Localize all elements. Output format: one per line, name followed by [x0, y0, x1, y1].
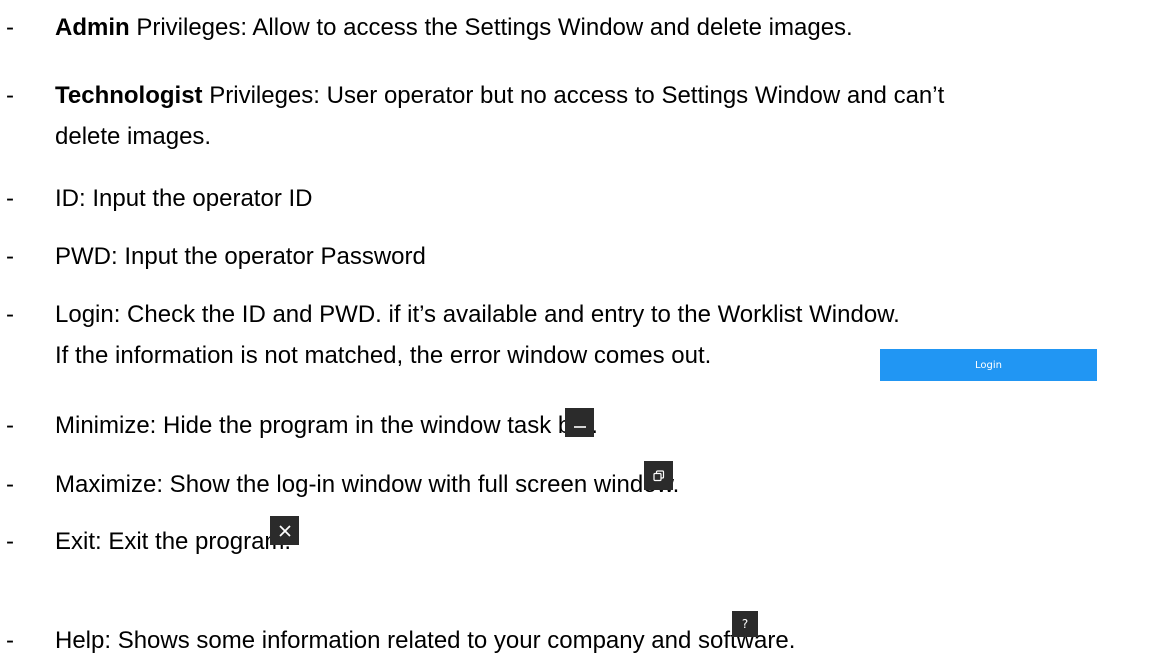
term-admin: Admin	[55, 14, 130, 41]
maximize-button[interactable]	[644, 461, 673, 490]
login-button-label: Login	[975, 359, 1002, 371]
list-bullet: -	[6, 471, 14, 498]
list-item-text: Admin Privileges: Allow to access the Se…	[55, 6, 853, 50]
list-bullet: -	[6, 82, 14, 109]
help-button[interactable]: ?	[732, 611, 758, 637]
list-item-text: Maximize: Show the log-in window with fu…	[55, 471, 680, 498]
term-technologist: Technologist	[55, 82, 203, 109]
list-item-continuation: delete images.	[55, 123, 212, 150]
list-bullet: -	[6, 185, 14, 212]
description: Privileges: Allow to access the Settings…	[129, 14, 853, 41]
list-item-text: Exit: Exit the program.	[55, 528, 292, 555]
list-bullet: -	[6, 301, 14, 328]
list-bullet: -	[6, 528, 14, 555]
list-bullet: -	[6, 412, 14, 439]
document-page: - Admin Privileges: Allow to access the …	[0, 0, 1169, 670]
list-item-text: ID: Input the operator ID	[55, 185, 313, 212]
list-bullet: -	[6, 14, 14, 41]
login-button[interactable]: Login	[880, 349, 1097, 381]
minimize-icon	[573, 425, 586, 428]
restore-icon	[652, 469, 664, 481]
list-item-text: PWD: Input the operator Password	[55, 243, 426, 270]
description: Privileges: User operator but no access …	[202, 82, 945, 109]
list-bullet: -	[6, 627, 14, 654]
list-item-text: Login: Check the ID and PWD. if it’s ava…	[55, 301, 900, 328]
exit-button[interactable]	[270, 516, 299, 545]
list-item-text: Technologist Privileges: User operator b…	[55, 74, 944, 118]
close-icon	[278, 524, 291, 537]
list-item-continuation: If the information is not matched, the e…	[55, 342, 712, 369]
help-icon: ?	[741, 617, 749, 631]
minimize-button[interactable]	[565, 408, 594, 437]
list-item-text: Help: Shows some information related to …	[55, 627, 796, 654]
list-bullet: -	[6, 243, 14, 270]
list-item-text: Minimize: Hide the program in the window…	[55, 412, 598, 439]
